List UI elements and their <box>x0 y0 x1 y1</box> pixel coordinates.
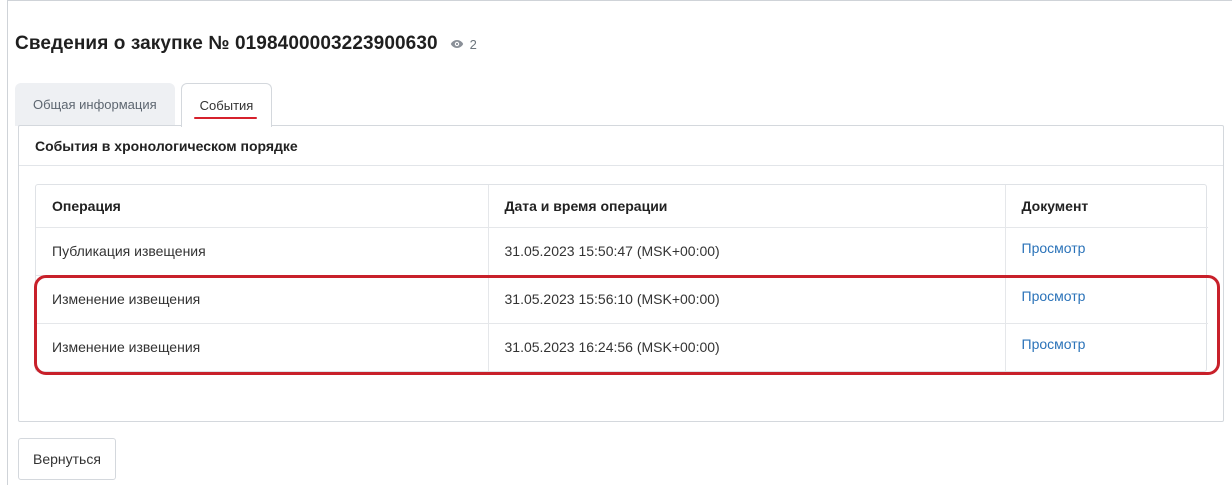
operation-cell: Изменение извещения <box>36 275 489 324</box>
view-document-link[interactable]: Просмотр <box>1022 336 1086 352</box>
view-document-link[interactable]: Просмотр <box>1022 288 1086 304</box>
table-row: Изменение извещения 31.05.2023 16:24:56 … <box>36 323 1208 371</box>
column-header-datetime: Дата и время операции <box>488 185 1006 228</box>
document-cell: Просмотр <box>1005 275 1208 324</box>
events-panel: События в хронологическом порядке Операц… <box>18 125 1224 422</box>
datetime-cell: 31.05.2023 16:24:56 (MSK+00:00) <box>488 323 1006 371</box>
tab-label: События <box>199 98 254 113</box>
table-row: Публикация извещения 31.05.2023 15:50:47… <box>36 227 1208 276</box>
operation-cell: Публикация извещения <box>36 227 489 276</box>
events-table-container: Операция Дата и время операции Документ … <box>35 184 1208 372</box>
eye-icon <box>450 40 463 48</box>
document-cell: Просмотр <box>1005 227 1208 276</box>
tab-bar: Общая информация События <box>15 82 273 127</box>
active-tab-underline <box>193 117 258 119</box>
view-document-link[interactable]: Просмотр <box>1022 240 1086 256</box>
document-cell: Просмотр <box>1005 323 1208 371</box>
column-header-operation: Операция <box>36 185 489 228</box>
view-count: 2 <box>469 36 477 52</box>
column-header-document: Документ <box>1005 185 1208 228</box>
operation-cell: Изменение извещения <box>36 323 489 371</box>
table-header-row: Операция Дата и время операции Документ <box>36 185 1208 228</box>
tab-label: Общая информация <box>33 97 157 112</box>
tab-general-info[interactable]: Общая информация <box>15 83 175 126</box>
page-header: Сведения о закупке № 0198400003223900630… <box>15 33 477 55</box>
tab-events[interactable]: События <box>180 83 273 127</box>
view-counter: 2 <box>450 37 477 52</box>
back-button[interactable]: Вернуться <box>18 438 116 480</box>
table-row: Изменение извещения 31.05.2023 15:56:10 … <box>36 275 1208 324</box>
events-table: Операция Дата и время операции Документ … <box>36 185 1208 371</box>
page-title: Сведения о закупке № 0198400003223900630 <box>15 33 438 54</box>
panel-title: События в хронологическом порядке <box>19 126 1223 166</box>
datetime-cell: 31.05.2023 15:56:10 (MSK+00:00) <box>488 275 1006 324</box>
datetime-cell: 31.05.2023 15:50:47 (MSK+00:00) <box>488 227 1006 276</box>
